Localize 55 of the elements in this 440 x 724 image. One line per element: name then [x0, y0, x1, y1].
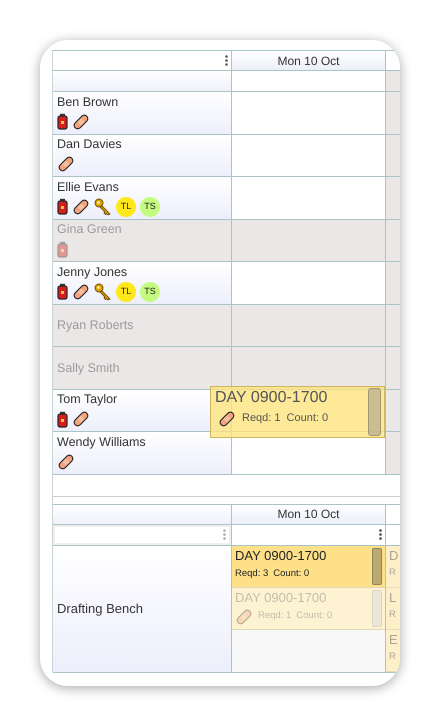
- staff-name: Gina Green: [57, 221, 123, 238]
- staff-name: Ryan Roberts: [57, 317, 134, 334]
- shift-required: R: [389, 566, 397, 580]
- shift-title: L: [389, 588, 398, 606]
- extinguisher-icon: [57, 198, 68, 216]
- table-cell[interactable]: [232, 347, 386, 390]
- drag-handle[interactable]: [372, 548, 382, 584]
- table-cell[interactable]: [232, 134, 386, 177]
- more-icon[interactable]: [225, 55, 228, 66]
- extinguisher-icon: [57, 283, 68, 300]
- drag-handle[interactable]: [368, 388, 381, 436]
- staff-cell[interactable]: Ben Brown: [53, 92, 232, 134]
- more-icon: [223, 529, 226, 540]
- staff-name: Wendy Williams: [57, 434, 147, 450]
- table-cell[interactable]: [232, 220, 386, 262]
- shift-required: Reqd: 1: [258, 609, 292, 624]
- staff-name: Ellie Evans: [57, 178, 120, 195]
- station-name: Drafting Bench: [57, 600, 143, 618]
- shift-count: Count: 0: [296, 609, 332, 624]
- shift-count: Count: 0: [273, 567, 310, 582]
- staff-cell[interactable]: Dan Davies: [53, 134, 232, 177]
- column-header: Mon 10 Oct: [232, 51, 386, 71]
- staff-cell[interactable]: Jenny Jones TL TS: [53, 262, 232, 304]
- shift-required: R: [389, 650, 397, 664]
- tag-badge: TL: [116, 196, 136, 217]
- shift-title: DAY 0900-1700: [235, 588, 328, 606]
- table-cell[interactable]: [232, 304, 386, 347]
- shift-count: Count: 0: [286, 411, 328, 426]
- extinguisher-icon: [57, 410, 68, 428]
- table-cell[interactable]: [232, 262, 386, 304]
- staff-name: Dan Davies: [57, 136, 123, 152]
- shift-card[interactable]: DAY 0900-1700 Reqd: 3 Count: 0: [232, 546, 385, 588]
- staff-cell[interactable]: Wendy Williams: [53, 432, 232, 474]
- tag-badge: TL: [116, 282, 136, 302]
- extinguisher-icon: [57, 113, 68, 130]
- staff-name: Jenny Jones: [57, 264, 128, 280]
- table-cell[interactable]: [232, 92, 386, 134]
- shift-title: E: [389, 630, 399, 648]
- key-icon: [94, 282, 112, 301]
- table-cell[interactable]: [232, 177, 386, 220]
- tag-badge: TS: [140, 282, 160, 302]
- shift-required: Reqd: 1: [242, 411, 281, 426]
- dragged-shift-tooltip[interactable]: DAY 0900-1700 Reqd: 1 Count: 0: [210, 386, 385, 438]
- column-header: Mon 10 Oct: [232, 504, 386, 524]
- shift-title: DAY 0900-1700: [235, 546, 328, 564]
- staff-cell[interactable]: Ellie Evans TL TS: [53, 177, 232, 220]
- shift-required: Reqd: 3: [235, 567, 268, 582]
- shift-title: D: [389, 546, 400, 564]
- tag-badge: TS: [140, 196, 160, 217]
- shift-required: R: [389, 608, 397, 622]
- key-icon: [94, 198, 112, 216]
- staff-name: Sally Smith: [57, 360, 121, 376]
- more-icon[interactable]: [379, 529, 382, 540]
- extinguisher-icon: [57, 240, 68, 258]
- staff-name: Ben Brown: [57, 94, 120, 110]
